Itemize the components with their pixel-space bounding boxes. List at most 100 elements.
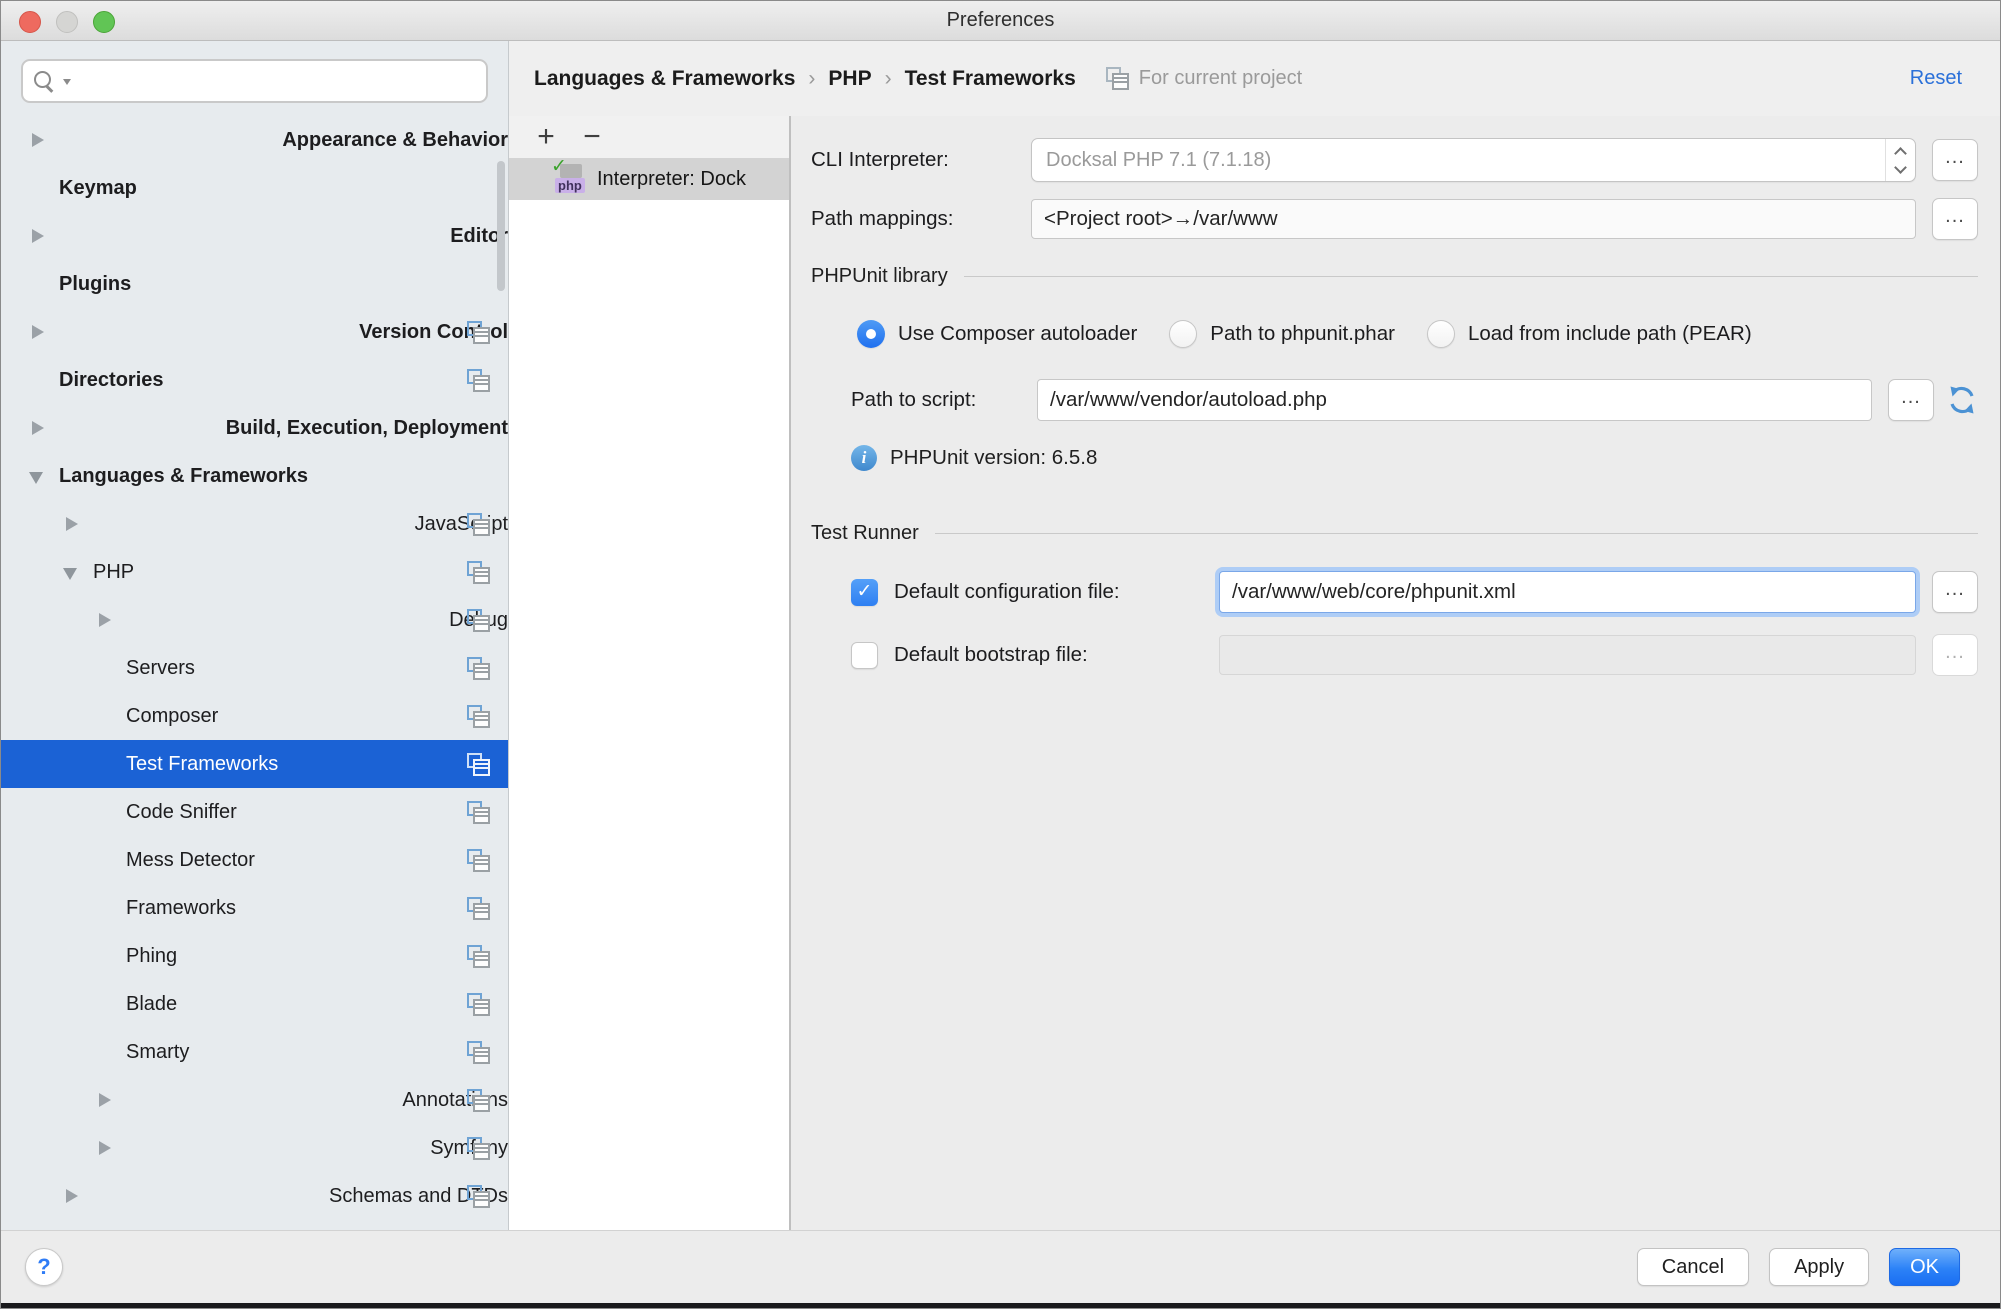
cancel-button[interactable]: Cancel: [1637, 1248, 1749, 1286]
sidebar-item-schemas-and-dtds[interactable]: Schemas and DTDs: [1, 1172, 508, 1220]
sidebar-item-smarty[interactable]: Smarty: [1, 1028, 508, 1076]
add-button[interactable]: +: [523, 118, 569, 156]
sidebar-item-code-sniffer[interactable]: Code Sniffer: [1, 788, 508, 836]
breadcrumb-php[interactable]: PHP: [828, 67, 871, 91]
check-icon: ✓: [551, 158, 567, 178]
breadcrumb-languages-frameworks[interactable]: Languages & Frameworks: [534, 67, 795, 91]
per-project-icon: [467, 993, 490, 1016]
cli-interpreter-label: CLI Interpreter:: [811, 148, 1031, 172]
radio-load-from-include-path[interactable]: Load from include path (PEAR): [1427, 320, 1752, 348]
interpreters-panel: + − ✓ php Interpreter: Dock: [509, 116, 789, 1230]
chevron-down-icon[interactable]: [57, 548, 93, 596]
sidebar-item-label: Composer: [126, 705, 218, 728]
section-divider: [964, 276, 1978, 277]
chevron-right-icon[interactable]: [57, 500, 415, 548]
sidebar-item-editor[interactable]: Editor: [1, 212, 508, 260]
radio-icon[interactable]: [1169, 320, 1197, 348]
sidebar-item-phing[interactable]: Phing: [1, 932, 508, 980]
chevron-right-icon[interactable]: [57, 1172, 329, 1220]
sidebar-item-debug[interactable]: Debug: [1, 596, 508, 644]
sidebar-item-label: Keymap: [59, 177, 137, 200]
chevron-right-icon[interactable]: [23, 116, 282, 164]
title-bar[interactable]: Preferences: [1, 1, 2000, 41]
chevron-down-icon[interactable]: [23, 452, 59, 500]
radio-use-composer-autoloader[interactable]: Use Composer autoloader: [857, 320, 1137, 348]
sidebar-item-plugins[interactable]: Plugins: [1, 260, 508, 308]
default-config-checkbox[interactable]: ✓: [851, 579, 878, 606]
sidebar-item-servers[interactable]: Servers: [1, 644, 508, 692]
radio-path-to-phpunit-phar[interactable]: Path to phpunit.phar: [1169, 320, 1395, 348]
breadcrumb-test-frameworks[interactable]: Test Frameworks: [905, 67, 1076, 91]
default-config-label: Default configuration file:: [894, 580, 1219, 604]
path-to-script-field[interactable]: [1037, 379, 1872, 421]
chevron-right-icon[interactable]: [90, 596, 449, 644]
ok-button[interactable]: OK: [1889, 1248, 1960, 1286]
per-project-icon: [467, 801, 490, 824]
chevron-right-icon[interactable]: [23, 404, 226, 452]
sidebar-item-mess-detector[interactable]: Mess Detector: [1, 836, 508, 884]
breadcrumb: Languages & Frameworks › PHP › Test Fram…: [509, 41, 2000, 116]
sidebar-item-label: Phing: [126, 945, 177, 968]
cli-interpreter-browse-button[interactable]: ...: [1932, 139, 1978, 181]
per-project-icon: [467, 609, 490, 632]
per-project-icon: [467, 321, 490, 344]
search-icon: [33, 68, 57, 94]
per-project-icon: [467, 1041, 490, 1064]
per-project-icon: [467, 657, 490, 680]
search-input[interactable]: [77, 70, 486, 92]
sidebar-item-build-execution-deployment[interactable]: Build, Execution, Deployment: [1, 404, 508, 452]
default-config-field[interactable]: [1219, 571, 1916, 613]
default-config-browse-button[interactable]: ...: [1932, 571, 1978, 613]
interpreter-list-item[interactable]: ✓ php Interpreter: Dock: [509, 158, 789, 200]
sidebar-item-test-frameworks[interactable]: Test Frameworks: [1, 740, 508, 788]
per-project-icon: [467, 705, 490, 728]
sidebar-item-label: Blade: [126, 993, 177, 1016]
sidebar-item-keymap[interactable]: Keymap: [1, 164, 508, 212]
remove-button[interactable]: −: [569, 118, 615, 156]
phpunit-library-section-title: PHPUnit library: [811, 265, 948, 288]
chevron-right-icon[interactable]: [90, 1124, 430, 1172]
phpunit-version-text: PHPUnit version: 6.5.8: [890, 446, 1097, 470]
radio-icon[interactable]: [857, 320, 885, 348]
chevron-right-icon[interactable]: [23, 308, 359, 356]
apply-button[interactable]: Apply: [1769, 1248, 1869, 1286]
search-box[interactable]: [21, 59, 488, 103]
scope-label: For current project: [1139, 67, 1302, 90]
stepper-icon[interactable]: [1885, 139, 1915, 181]
sidebar-item-frameworks[interactable]: Frameworks: [1, 884, 508, 932]
search-options-caret-icon[interactable]: [63, 79, 71, 85]
chevron-right-icon[interactable]: [23, 212, 450, 260]
refresh-icon[interactable]: [1946, 384, 1978, 416]
per-project-icon: [467, 513, 490, 536]
per-project-icon: [467, 945, 490, 968]
chevron-spacer: [23, 356, 59, 404]
sidebar-nav: Appearance & Behavior Keymap EditorPlugins…: [1, 116, 508, 1220]
per-project-icon: [467, 369, 490, 392]
sidebar-item-directories[interactable]: Directories: [1, 356, 508, 404]
help-button[interactable]: ?: [25, 1248, 63, 1286]
preferences-window: Preferences Appearance & Behavior Keymap E…: [0, 0, 2001, 1309]
interpreter-item-label: Interpreter: Dock: [597, 168, 746, 191]
sidebar-item-annotations[interactable]: Annotations: [1, 1076, 508, 1124]
sidebar-item-php[interactable]: PHP: [1, 548, 508, 596]
cli-interpreter-select[interactable]: Docksal PHP 7.1 (7.1.18): [1031, 138, 1916, 182]
sidebar-item-symfony[interactable]: Symfony: [1, 1124, 508, 1172]
chevron-spacer: [90, 740, 126, 788]
sidebar-item-appearance-behavior[interactable]: Appearance & Behavior: [1, 116, 508, 164]
default-bootstrap-checkbox[interactable]: ✓: [851, 642, 878, 669]
reset-link[interactable]: Reset: [1910, 67, 1962, 90]
chevron-right-icon[interactable]: [90, 1076, 402, 1124]
sidebar-item-composer[interactable]: Composer: [1, 692, 508, 740]
sidebar-scrollbar-thumb[interactable]: [497, 161, 505, 291]
path-to-script-browse-button[interactable]: ...: [1888, 379, 1934, 421]
sidebar-item-languages-frameworks[interactable]: Languages & Frameworks: [1, 452, 508, 500]
sidebar-item-javascript[interactable]: JavaScript: [1, 500, 508, 548]
chevron-spacer: [90, 788, 126, 836]
sidebar-item-label: Directories: [59, 369, 164, 392]
sidebar-item-label: Appearance & Behavior: [282, 129, 508, 152]
radio-icon[interactable]: [1427, 320, 1455, 348]
sidebar-item-blade[interactable]: Blade: [1, 980, 508, 1028]
path-mappings-field[interactable]: [1031, 199, 1916, 239]
sidebar-item-version-control[interactable]: Version Control: [1, 308, 508, 356]
path-mappings-browse-button[interactable]: ...: [1932, 198, 1978, 240]
